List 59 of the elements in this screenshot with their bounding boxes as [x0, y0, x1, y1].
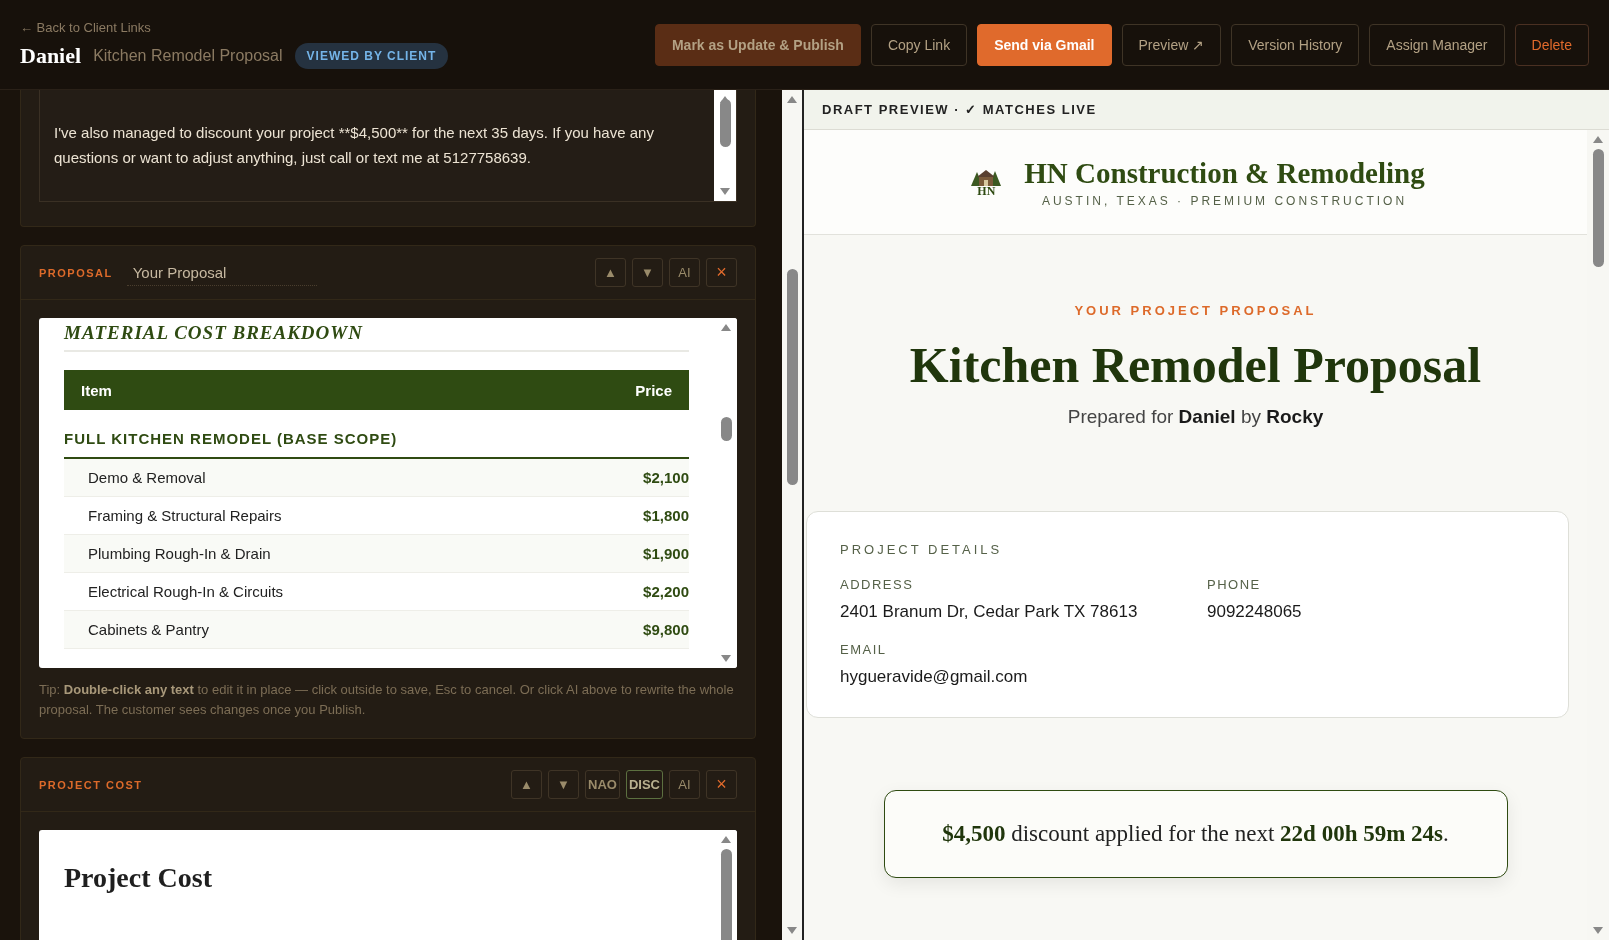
table-cell: $2,200 — [548, 572, 689, 610]
remove-button[interactable]: × — [706, 770, 737, 799]
action-button[interactable]: Copy Link — [870, 23, 968, 66]
section-heading: Project Cost — [64, 862, 213, 894]
table-cell: Plumbing Rough-In & Drain — [64, 534, 549, 572]
field-value: 9092248065 — [1207, 602, 1303, 622]
prepared-text: Prepared for Daniel by Rocky — [1067, 406, 1324, 428]
proposal-editor[interactable] — [39, 318, 737, 668]
field-label: EMAIL — [840, 642, 888, 657]
action-button[interactable]: Assign Manager — [1369, 23, 1505, 66]
back-link[interactable]: ← Back to Client Links — [20, 20, 449, 35]
action-button[interactable]: Delete — [1514, 23, 1589, 66]
table-cell: Electrical Rough-In & Circuits — [64, 572, 549, 610]
section-label: PROPOSAL — [39, 266, 113, 279]
field-label: PHONE — [1207, 577, 1262, 592]
scrollbar[interactable] — [782, 90, 804, 940]
move-button[interactable]: ▼ — [632, 258, 663, 287]
action-button[interactable]: Preview ↗ — [1121, 23, 1222, 66]
tip-text: Tip: Double-click any text to edit it in place — click outside to save, Esc to cancel. Or click AI above to rewrite the whole proposal. The customer sees changes once you Publish. — [38, 681, 735, 719]
company-tagline: AUSTIN, TEXAS · PREMIUM CONSTRUCTION — [1041, 193, 1408, 208]
toggle-button[interactable]: NAO — [585, 770, 620, 799]
scrollbar[interactable] — [714, 90, 736, 201]
action-button[interactable]: Send via Gmail — [977, 23, 1112, 66]
move-button[interactable]: ▲ — [511, 770, 543, 799]
company-logo: HN — [966, 168, 1007, 196]
column-header: Item — [64, 370, 549, 410]
proposal-title: Kitchen Remodel Proposal — [909, 336, 1482, 394]
move-button[interactable]: ▼ — [548, 770, 580, 799]
table-cell: $9,800 — [548, 610, 689, 648]
eyebrow-text: YOUR PROJECT PROPOSAL — [1074, 303, 1317, 318]
action-button[interactable]: Mark as Update & Publish — [654, 23, 861, 66]
ai-button[interactable]: AI — [669, 258, 700, 287]
document-title: Kitchen Remodel Proposal — [93, 47, 283, 65]
preview-status: DRAFT PREVIEW · ✓ MATCHES LIVE — [804, 90, 1609, 130]
field-value: 2401 Branum Dr, Cedar Park TX 78613 — [840, 602, 1139, 622]
status-badge: VIEWED BY CLIENT — [294, 43, 449, 69]
client-name: Daniel — [20, 43, 82, 69]
remove-button[interactable]: × — [706, 258, 737, 287]
move-button[interactable]: ▲ — [595, 258, 626, 287]
section-heading: MATERIAL COST BREAKDOWN — [64, 322, 689, 352]
message-field[interactable]: I've also managed to discount your project **$4,500** for the next 35 days. If you have any questions or want to adjust anything, just call or text me at 5127758639. — [39, 90, 737, 202]
details-heading: PROJECT DETAILS — [840, 542, 1004, 557]
field-label: ADDRESS — [840, 577, 915, 592]
field-value: hygueravide@gmail.com — [840, 667, 1029, 687]
column-header: Price — [548, 370, 689, 410]
table-cell: Cabinets & Pantry — [64, 610, 549, 648]
table-cell: $1,900 — [548, 534, 689, 572]
discount-text: $4,500 discount applied for the next 22d 00h 59m 24s. — [942, 821, 1449, 847]
table-cell: Demo & Removal — [64, 458, 549, 496]
company-name: HN Construction & Remodeling — [1024, 156, 1425, 190]
section-label: PROJECT COST — [39, 778, 143, 791]
toggle-button[interactable]: DISC — [625, 770, 663, 799]
action-button[interactable]: Version History — [1231, 23, 1360, 66]
ai-button[interactable]: AI — [669, 770, 700, 799]
table-cell: $2,100 — [548, 458, 689, 496]
project-cost-editor[interactable]: Project Cost — [39, 830, 737, 940]
section-title-field[interactable]: Your Proposal — [126, 259, 317, 286]
table-cell: $1,800 — [548, 496, 689, 534]
table-cell: Framing & Structural Repairs — [64, 496, 549, 534]
